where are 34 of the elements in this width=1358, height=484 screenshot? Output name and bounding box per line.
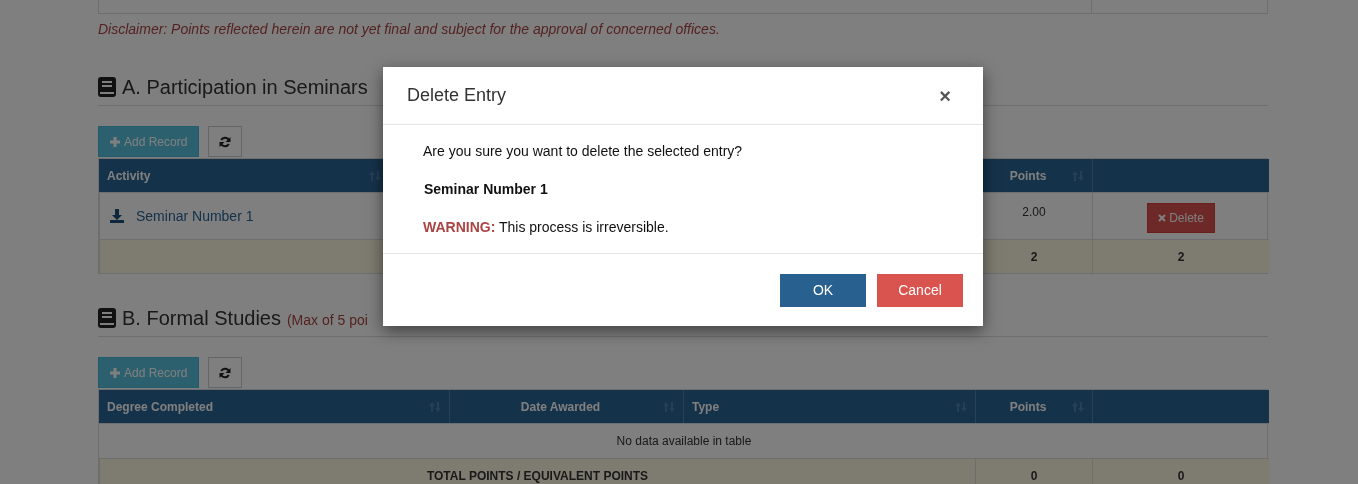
plus-icon — [110, 136, 120, 147]
refresh-button[interactable] — [208, 357, 243, 388]
refresh-icon — [219, 135, 232, 148]
refresh-button[interactable] — [208, 126, 243, 157]
plus-icon — [110, 367, 120, 378]
column-header[interactable]: Degree Completed — [99, 390, 449, 423]
total-cell: 2 — [1092, 239, 1269, 273]
book-icon — [98, 308, 116, 328]
close-icon — [1158, 214, 1167, 222]
refresh-icon — [219, 366, 232, 379]
book-icon — [98, 77, 116, 97]
sort-icon[interactable] — [369, 169, 381, 182]
download-icon — [110, 209, 124, 223]
close-button[interactable]: × — [935, 85, 955, 106]
dialog-title: Delete Entry — [407, 85, 507, 106]
total-cell: 0 — [1092, 458, 1269, 484]
section-title: A. Participation in Seminars — [122, 75, 368, 99]
download-link[interactable]: Seminar Number 1 — [108, 208, 254, 224]
warning-text: WARNING: This process is irreversible. — [423, 219, 670, 235]
total-label: TOTAL POINTS / EQUIVALENT POINTS — [99, 458, 975, 484]
add-record-button[interactable]: Add Record — [98, 357, 200, 388]
delete-button[interactable]: Delete — [1147, 203, 1215, 233]
column-header[interactable]: Points — [975, 390, 1092, 423]
cancel-button[interactable]: Cancel — [876, 272, 964, 308]
column-header[interactable]: Date Awarded — [449, 390, 683, 423]
ok-button[interactable]: OK — [779, 272, 867, 308]
confirm-question: Are you sure you want to delete the selected entry? — [423, 143, 744, 159]
entry-name: Seminar Number 1 — [423, 181, 549, 197]
section-title: B. Formal Studies — [122, 306, 281, 330]
column-header[interactable]: Type — [683, 390, 975, 423]
disclaimer-text: Disclaimer: Points reflected herein are not yet final and subject for the approval of concerned offices. — [98, 21, 721, 37]
section-note: (Max of 5 poi — [286, 311, 368, 328]
add-record-button[interactable]: Add Record — [98, 126, 200, 157]
total-cell: 0 — [975, 458, 1092, 484]
